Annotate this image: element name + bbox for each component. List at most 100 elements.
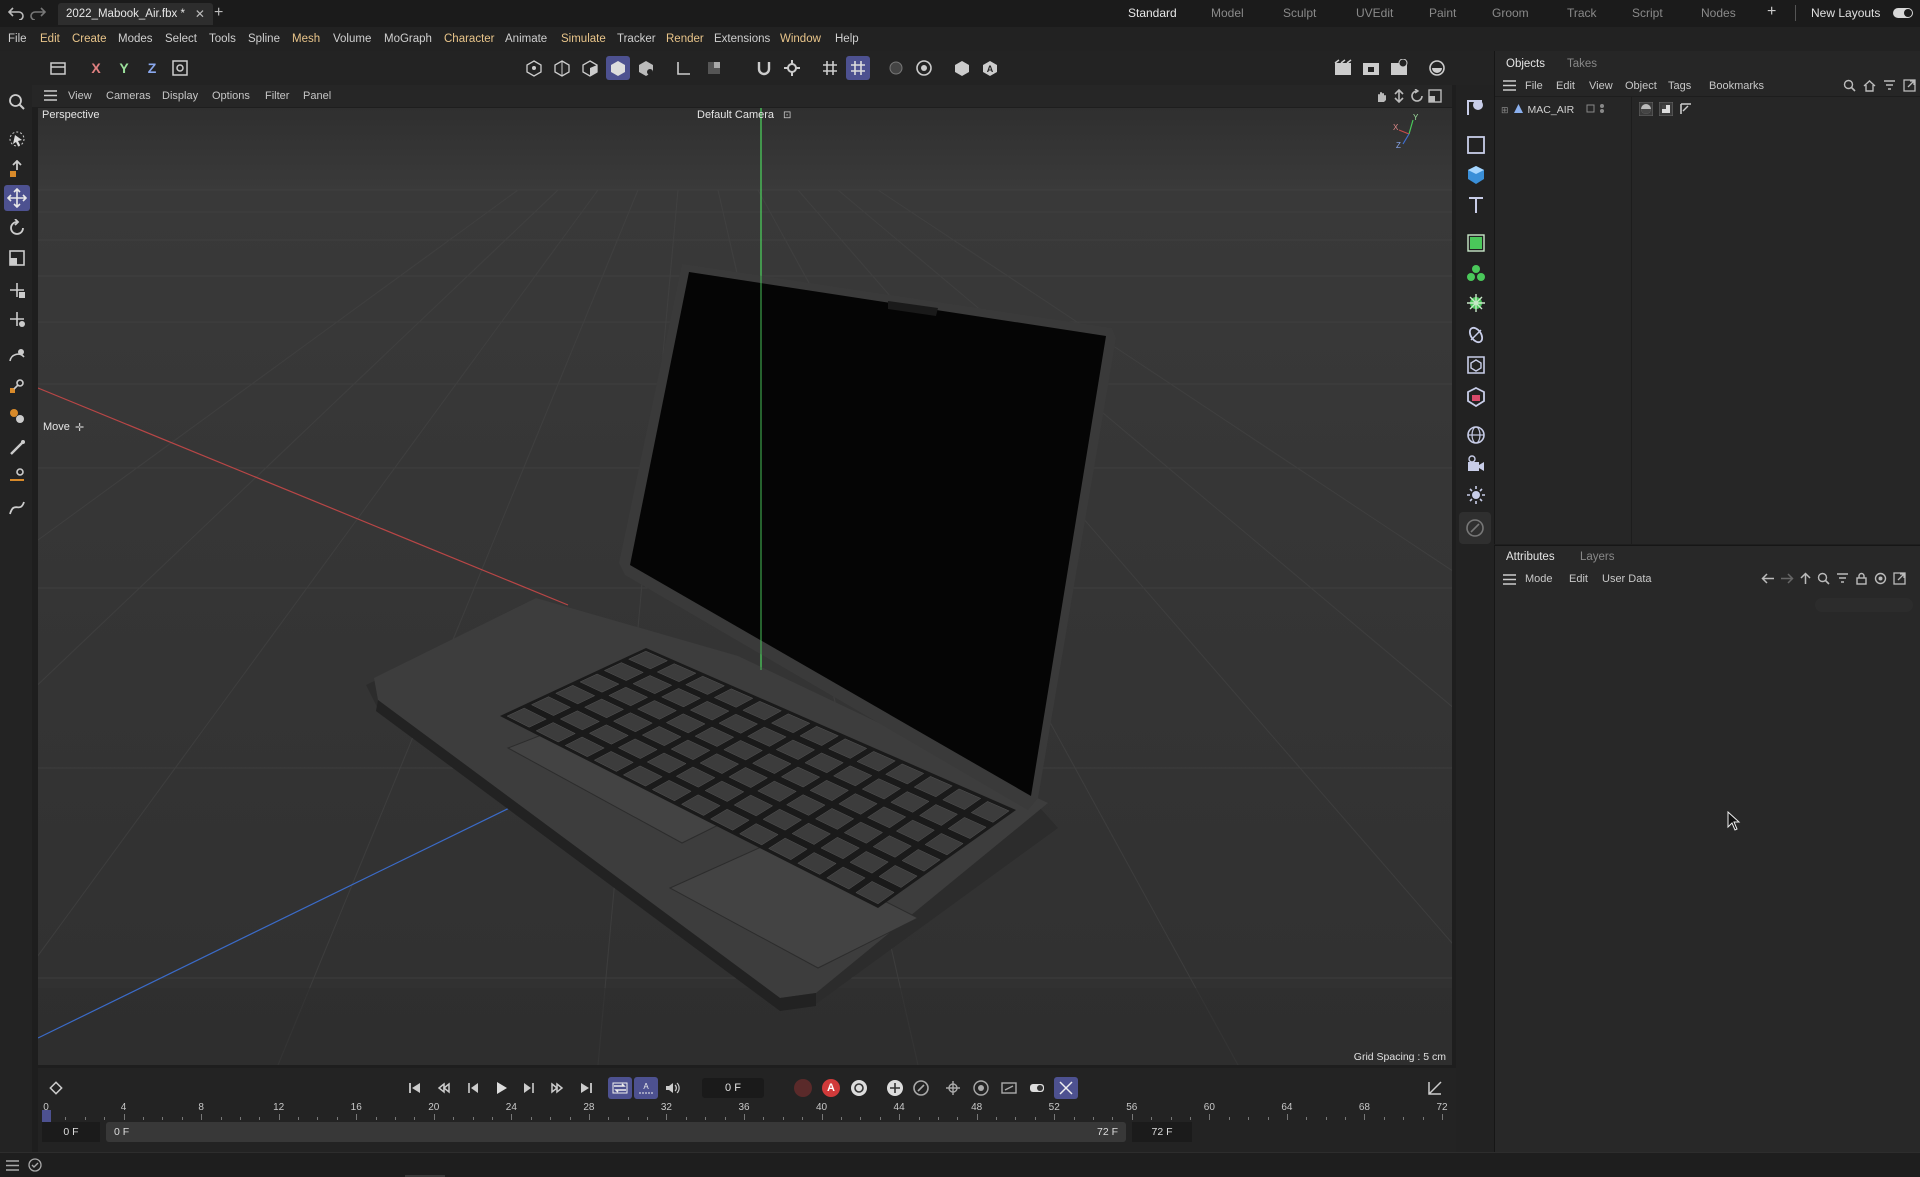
make-editable-icon[interactable] xyxy=(46,56,70,80)
layout-track[interactable]: Track xyxy=(1567,6,1597,20)
menu-volume[interactable]: Volume xyxy=(333,33,371,45)
search-icon[interactable] xyxy=(4,89,30,115)
menu-render[interactable]: Render xyxy=(666,33,704,45)
field-icon[interactable] xyxy=(1463,352,1489,378)
next-key-icon[interactable] xyxy=(550,1081,564,1098)
home-icon[interactable] xyxy=(1863,79,1876,95)
close-tab-icon[interactable]: ✕ xyxy=(195,7,205,21)
end-frame-field[interactable]: 72 F xyxy=(1132,1122,1192,1142)
layout-standard[interactable]: Standard xyxy=(1128,6,1177,20)
key-scale-icon[interactable] xyxy=(944,1079,962,1100)
forward-arrow-icon[interactable] xyxy=(1780,572,1794,588)
new-window-icon[interactable] xyxy=(1893,572,1906,588)
spline-pen-icon[interactable] xyxy=(4,494,30,520)
new-window-icon[interactable] xyxy=(1903,79,1916,95)
status-menu-icon[interactable] xyxy=(6,1160,19,1174)
menu-animate[interactable]: Animate xyxy=(505,33,547,45)
null-object-icon[interactable] xyxy=(1463,94,1489,120)
new-layouts-label[interactable]: New Layouts xyxy=(1811,6,1880,20)
key-pla-icon[interactable] xyxy=(1000,1079,1018,1100)
obj-menu-view[interactable]: View xyxy=(1589,80,1613,92)
menu-modes[interactable]: Modes xyxy=(118,33,153,45)
expand-icon[interactable]: ⊞ xyxy=(1501,105,1509,116)
points-mode-icon[interactable] xyxy=(522,56,546,80)
grid-icon[interactable] xyxy=(818,56,842,80)
timeline-ruler[interactable]: 0 4 8 12 16 20 24 28 32 36 40 44 48 52 56 60 64 68 72 xyxy=(42,1102,1448,1122)
cube-icon[interactable] xyxy=(1463,162,1489,188)
interactive-render-icon[interactable] xyxy=(912,56,936,80)
redo-icon[interactable] xyxy=(30,6,46,20)
pivot-move-icon[interactable] xyxy=(4,277,30,303)
lock-z-button[interactable]: Z xyxy=(140,56,164,80)
camera-label[interactable]: Default Camera xyxy=(697,109,774,121)
camera-icon[interactable]: ⊡ xyxy=(783,110,791,121)
rotate-tool-icon[interactable] xyxy=(4,215,30,241)
menu-character[interactable]: Character xyxy=(444,33,495,45)
keyframe-selection-icon[interactable] xyxy=(850,1079,868,1100)
transform-tool-icon[interactable] xyxy=(4,156,30,182)
visibility-dots-icon[interactable] xyxy=(1599,103,1605,117)
loop-icon[interactable] xyxy=(608,1077,632,1099)
obj-menu-edit[interactable]: Edit xyxy=(1556,80,1575,92)
go-to-end-icon[interactable] xyxy=(579,1081,593,1098)
attributes-menu-icon[interactable] xyxy=(1503,574,1516,588)
layout-uvedit[interactable]: UVEdit xyxy=(1356,6,1393,20)
start-frame-field[interactable]: 0 F xyxy=(42,1122,100,1142)
menu-help[interactable]: Help xyxy=(835,33,859,45)
knife-tool-icon[interactable] xyxy=(4,373,30,399)
environment-icon[interactable] xyxy=(1463,422,1489,448)
target-icon[interactable] xyxy=(1874,572,1887,588)
pan-view-icon[interactable] xyxy=(1374,89,1388,106)
menu-file[interactable]: File xyxy=(8,33,27,45)
obj-menu-tags[interactable]: Tags xyxy=(1668,80,1691,92)
search-icon[interactable] xyxy=(1843,79,1856,95)
key-position-icon[interactable] xyxy=(886,1079,904,1100)
current-frame-field[interactable]: 0 F xyxy=(702,1078,764,1098)
search-icon[interactable] xyxy=(1817,572,1830,588)
vp-menu-panel[interactable]: Panel xyxy=(303,90,331,102)
filter-icon[interactable] xyxy=(1883,79,1896,95)
layout-script[interactable]: Script xyxy=(1632,6,1663,20)
scene-tools-icon[interactable] xyxy=(1459,512,1491,544)
texture-mode-icon[interactable] xyxy=(634,56,658,80)
polygons-mode-icon[interactable] xyxy=(578,56,602,80)
layout-model[interactable]: Model xyxy=(1211,6,1244,20)
sound-icon[interactable] xyxy=(664,1081,680,1098)
axis-mode-icon[interactable] xyxy=(672,56,696,80)
go-to-start-icon[interactable] xyxy=(408,1081,422,1098)
auto-key-icon[interactable]: A xyxy=(978,56,1002,80)
key-param-icon[interactable] xyxy=(972,1079,990,1100)
3d-viewport[interactable]: Perspective Default Camera ⊡ Move ✛ Grid… xyxy=(38,108,1452,1065)
menu-simulate[interactable]: Simulate xyxy=(561,33,606,45)
render-view-icon[interactable] xyxy=(1331,56,1355,80)
interpolation-icon[interactable] xyxy=(1054,1077,1078,1099)
layout-sculpt[interactable]: Sculpt xyxy=(1283,6,1316,20)
tab-layers[interactable]: Layers xyxy=(1580,551,1615,563)
obj-menu-file[interactable]: File xyxy=(1525,80,1543,92)
phong-tag-icon[interactable] xyxy=(1679,102,1693,119)
effector-icon[interactable] xyxy=(1463,290,1489,316)
attribute-search-field[interactable] xyxy=(1815,598,1913,612)
layout-groom[interactable]: Groom xyxy=(1492,6,1529,20)
layout-paint[interactable]: Paint xyxy=(1429,6,1456,20)
rotate-view-icon[interactable] xyxy=(1410,88,1424,106)
key-rotation-icon[interactable] xyxy=(912,1079,930,1100)
menu-mesh[interactable]: Mesh xyxy=(292,33,320,45)
timeline-window-icon[interactable] xyxy=(1427,1080,1443,1099)
preview-range-icon[interactable]: A xyxy=(634,1077,658,1099)
render-picture-viewer-icon[interactable] xyxy=(1359,56,1383,80)
lock-icon[interactable] xyxy=(1855,572,1868,588)
viewport-menu-icon[interactable] xyxy=(44,90,57,104)
menu-create[interactable]: Create xyxy=(72,33,107,45)
volume-icon[interactable] xyxy=(1463,384,1489,410)
solo-mode-icon[interactable] xyxy=(702,56,726,80)
zoom-view-icon[interactable] xyxy=(1392,88,1406,106)
obj-menu-object[interactable]: Object xyxy=(1625,80,1657,92)
scale-tool-icon[interactable] xyxy=(4,245,30,271)
keyframe-mode-icon[interactable] xyxy=(48,1080,64,1099)
menu-extensions[interactable]: Extensions xyxy=(714,33,770,45)
move-tool-icon[interactable] xyxy=(4,185,30,211)
menu-tools[interactable]: Tools xyxy=(209,33,236,45)
vp-menu-display[interactable]: Display xyxy=(162,90,198,102)
model-mode-icon[interactable] xyxy=(606,56,630,80)
